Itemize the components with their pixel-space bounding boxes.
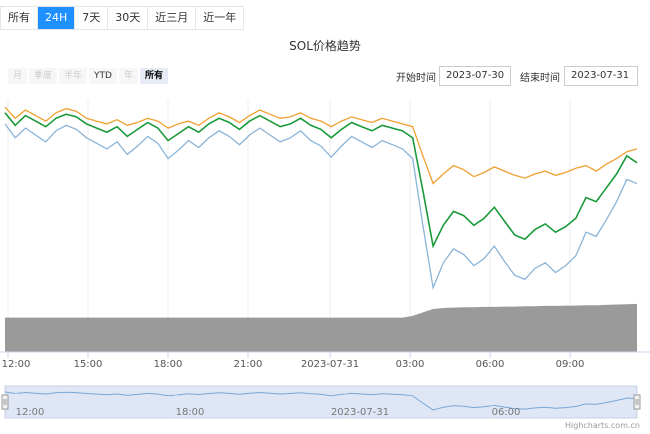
navigator-tick-label: 2023-07-31 [331, 407, 389, 418]
x-tick-label: 09:00 [556, 359, 585, 370]
series-line-1 [4, 112, 638, 249]
x-tick-label: 12:00 [2, 359, 31, 370]
x-tick-label: 18:00 [154, 359, 183, 370]
x-tick-label: 03:00 [396, 359, 425, 370]
series-line-2 [4, 123, 638, 291]
credit-link[interactable]: Highcharts.com.cn [565, 421, 640, 430]
x-tick-label: 2023-07-31 [301, 359, 359, 370]
navigator-tick-label: 12:00 [16, 407, 45, 418]
navigator-handle-right[interactable] [633, 394, 641, 410]
x-tick-label: 21:00 [234, 359, 263, 370]
x-tick-label: 15:00 [74, 359, 103, 370]
navigator-handle-left[interactable] [1, 394, 9, 410]
volume-area [5, 303, 637, 352]
navigator-mask [4, 385, 638, 419]
price-chart: 12:00 15:00 18:00 21:00 2023-07-31 03:00 06:00… [0, 100, 650, 419]
x-tick-label: 06:00 [476, 359, 505, 370]
navigator-tick-label: 18:00 [176, 407, 205, 418]
navigator-tick-label: 06:00 [492, 407, 521, 418]
